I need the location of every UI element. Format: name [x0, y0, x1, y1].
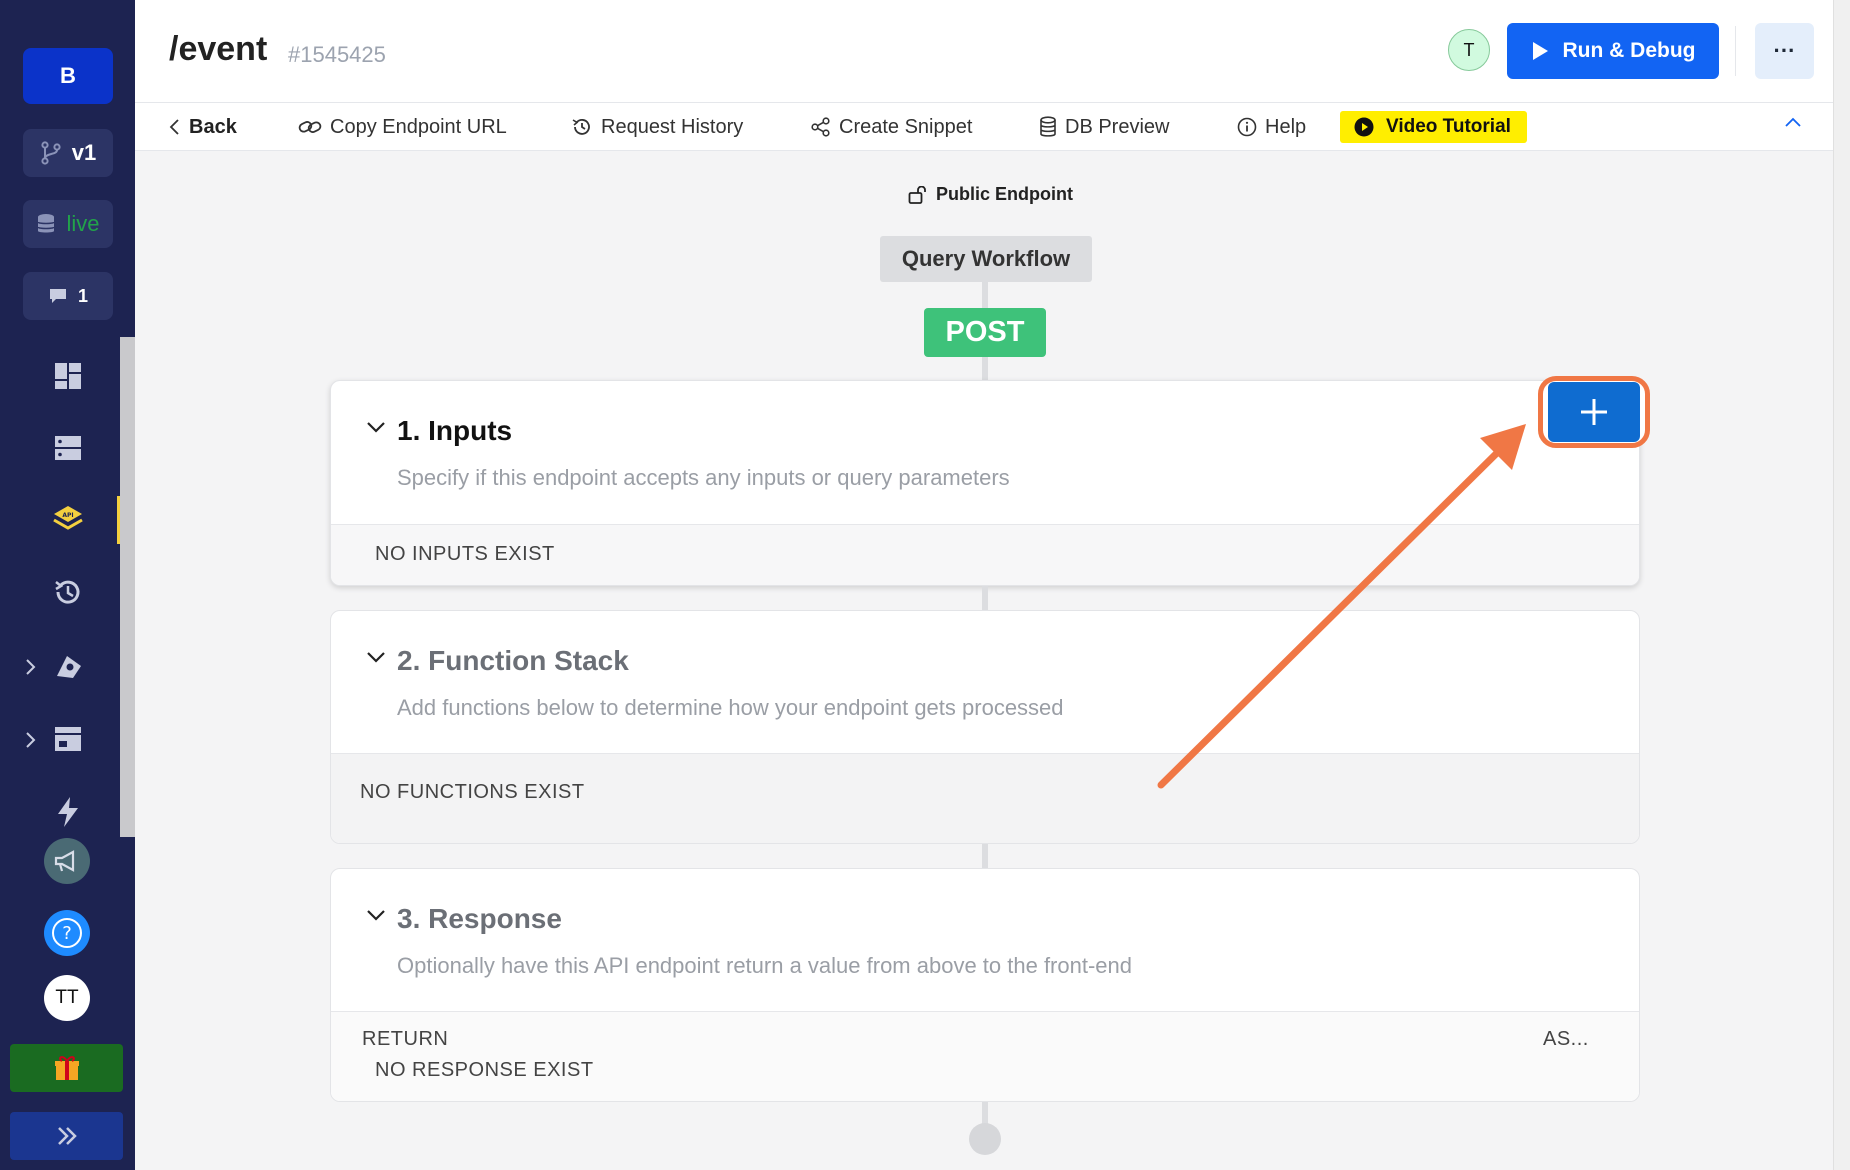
- as-label: AS...: [1543, 1028, 1589, 1050]
- help-button[interactable]: Help: [1237, 113, 1306, 141]
- chevron-up-icon: [1785, 117, 1801, 127]
- expand-sidebar-button[interactable]: [10, 1112, 123, 1160]
- connector-line: [982, 282, 988, 308]
- public-endpoint-text: Public Endpoint: [936, 184, 1073, 204]
- run-debug-button[interactable]: Run & Debug: [1507, 23, 1719, 79]
- play-circle-icon: [1354, 117, 1374, 137]
- lightning-icon[interactable]: [40, 784, 96, 840]
- connector-line: [982, 844, 988, 868]
- svg-text:?: ?: [62, 923, 72, 944]
- announcement-icon[interactable]: [44, 838, 90, 884]
- section-description: Add functions below to determine how you…: [397, 695, 1064, 720]
- db-preview-label: DB Preview: [1065, 115, 1170, 138]
- public-endpoint-label: Public Endpoint: [908, 184, 1073, 205]
- divider: [1735, 26, 1736, 76]
- chevron-right-icon[interactable]: [20, 652, 40, 682]
- branch-icon: [41, 141, 61, 165]
- function-stack-section: 2. Function Stack Add functions below to…: [330, 610, 1640, 844]
- history-icon[interactable]: [40, 564, 96, 620]
- section-description: Specify if this endpoint accepts any inp…: [397, 465, 1010, 490]
- addons-icon[interactable]: [40, 638, 96, 694]
- create-snippet-label: Create Snippet: [839, 115, 973, 138]
- connector-line: [982, 357, 988, 381]
- sidebar: B v1 live 1 API ? TT: [0, 0, 135, 1170]
- chevron-down-icon[interactable]: [364, 645, 388, 669]
- connector-line: [982, 586, 988, 610]
- empty-response-text: NO RESPONSE EXIST: [375, 1059, 594, 1081]
- main-scrollbar[interactable]: [1833, 0, 1850, 1170]
- svg-text:API: API: [62, 512, 73, 519]
- help-icon[interactable]: ?: [44, 910, 90, 956]
- datasource-selector[interactable]: live: [23, 200, 113, 248]
- workflow-end-node: [969, 1123, 1001, 1155]
- gift-button[interactable]: [10, 1044, 123, 1092]
- comment-icon: [49, 289, 66, 303]
- request-history-button[interactable]: Request History: [571, 113, 743, 141]
- back-label: Back: [189, 115, 237, 138]
- copy-url-label: Copy Endpoint URL: [330, 115, 507, 138]
- add-input-button[interactable]: [1548, 382, 1640, 442]
- user-avatar[interactable]: TT: [44, 975, 90, 1021]
- response-section: 3. Response Optionally have this API end…: [330, 868, 1640, 1102]
- inputs-section: 1. Inputs Specify if this endpoint accep…: [330, 380, 1640, 586]
- history-icon: [572, 119, 590, 135]
- section-description: Optionally have this API endpoint return…: [397, 953, 1133, 978]
- method-badge: POST: [924, 308, 1046, 357]
- toolbar: Back Copy Endpoint URL Request History C…: [135, 103, 1833, 151]
- play-icon: [1532, 42, 1548, 60]
- endpoint-id: #1545425: [288, 42, 386, 67]
- share-icon: [811, 117, 830, 137]
- expand-icon: [57, 1127, 77, 1145]
- user-initials: TT: [55, 987, 79, 1008]
- dashboard-icon[interactable]: [40, 348, 96, 404]
- empty-functions-text: NO FUNCTIONS EXIST: [360, 781, 585, 803]
- datasource-label: live: [66, 211, 100, 236]
- avatar[interactable]: T: [1448, 29, 1490, 71]
- copy-endpoint-url-button[interactable]: Copy Endpoint URL: [298, 113, 507, 141]
- comments-button[interactable]: 1: [23, 272, 113, 320]
- section-title[interactable]: 2. Function Stack: [397, 645, 629, 677]
- chevron-right-icon[interactable]: [20, 725, 40, 755]
- workspace-letter: B: [60, 63, 76, 88]
- comments-count: 1: [77, 285, 88, 306]
- active-indicator: [117, 496, 120, 544]
- api-icon[interactable]: API: [40, 492, 96, 548]
- help-label: Help: [1265, 115, 1307, 138]
- video-tutorial-label: Video Tutorial: [1386, 116, 1511, 137]
- database-tables-icon[interactable]: [40, 420, 96, 476]
- header: /event #1545425 T Run & Debug ···: [135, 0, 1833, 103]
- collapse-toolbar-button[interactable]: [1783, 115, 1807, 139]
- request-history-label: Request History: [601, 115, 744, 138]
- chevron-down-icon[interactable]: [364, 415, 388, 439]
- database-icon: [1040, 116, 1056, 137]
- workflow-type-badge: Query Workflow: [880, 236, 1092, 282]
- avatar-letter: T: [1463, 39, 1475, 60]
- create-snippet-button[interactable]: Create Snippet: [811, 113, 972, 141]
- workspace-button[interactable]: B: [23, 48, 113, 104]
- db-preview-button[interactable]: DB Preview: [1039, 113, 1169, 141]
- chevron-left-icon: [169, 119, 179, 135]
- branch-label: v1: [71, 140, 97, 165]
- page-title: /event: [169, 30, 268, 68]
- more-icon: ···: [1773, 38, 1796, 63]
- info-icon: [1237, 117, 1257, 137]
- gift-icon: [54, 1056, 79, 1080]
- link-icon: [298, 121, 322, 133]
- return-label: RETURN: [362, 1028, 449, 1050]
- back-button[interactable]: Back: [169, 113, 237, 141]
- chevron-down-icon[interactable]: [364, 903, 388, 927]
- section-title[interactable]: 1. Inputs: [397, 415, 512, 447]
- database-icon: [37, 214, 56, 233]
- sidebar-scrollbar[interactable]: [120, 337, 135, 837]
- branch-selector[interactable]: v1: [23, 129, 113, 177]
- empty-inputs-text: NO INPUTS EXIST: [375, 543, 555, 565]
- marketplace-icon[interactable]: [40, 711, 96, 767]
- video-tutorial-button[interactable]: Video Tutorial: [1340, 111, 1527, 143]
- more-options-button[interactable]: ···: [1755, 23, 1814, 79]
- plus-icon: [1581, 399, 1607, 425]
- unlock-icon: [908, 185, 926, 204]
- run-debug-label: Run & Debug: [1562, 39, 1696, 62]
- section-title[interactable]: 3. Response: [397, 903, 562, 935]
